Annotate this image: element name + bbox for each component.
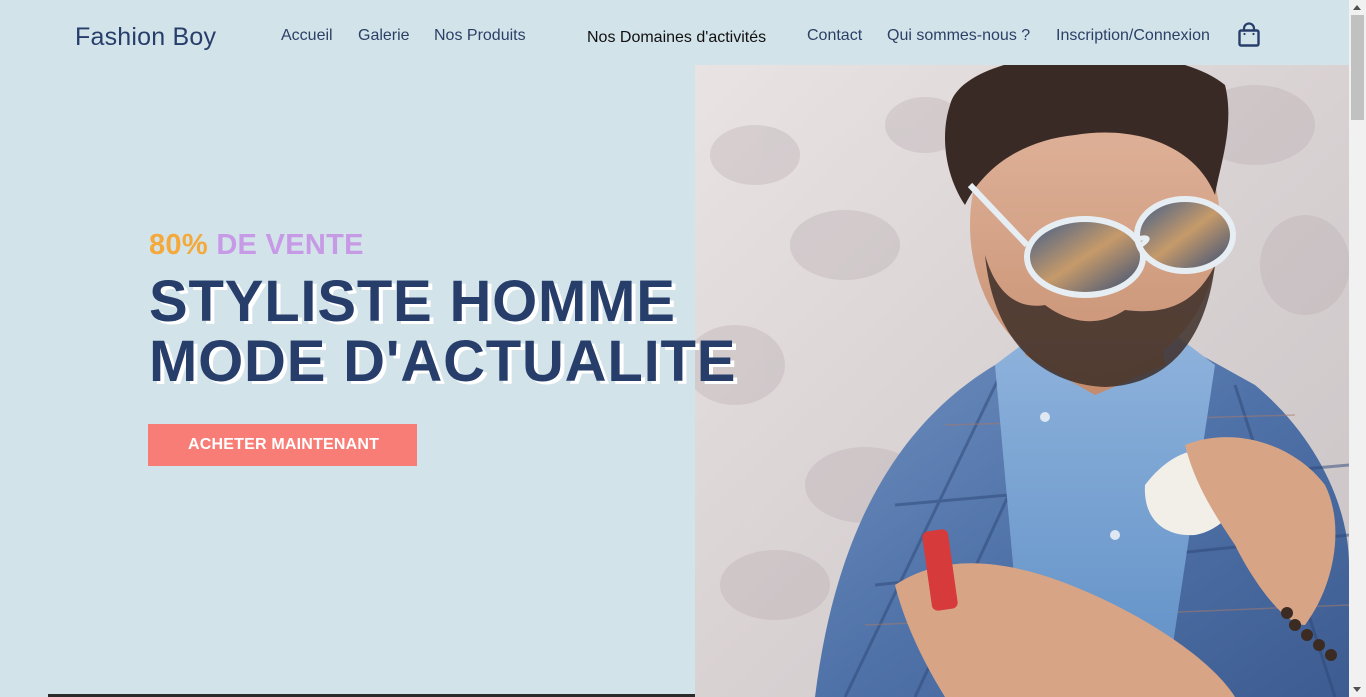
nav-link-galerie[interactable]: Galerie [358, 27, 410, 45]
scrollbar-thumb[interactable] [1351, 15, 1364, 120]
nav-link-domaines[interactable]: Nos Domaines d'activités [587, 29, 766, 47]
promo-text: DE VENTE [216, 229, 364, 261]
scroll-down-arrow-icon[interactable] [1353, 687, 1361, 692]
nav-link-produits[interactable]: Nos Produits [434, 27, 526, 45]
hero-title-line-2: MODE D'ACTUALITE [149, 329, 737, 394]
hero-model-image [695, 65, 1349, 697]
site-header: Fashion Boy Accueil Galerie Nos Produits… [0, 0, 1349, 65]
promo-percent: 80% [149, 229, 208, 261]
nav-link-contact[interactable]: Contact [807, 27, 862, 45]
buy-now-button[interactable]: ACHETER MAINTENANT [148, 424, 417, 466]
promo-headline: 80% DE VENTE [149, 229, 364, 262]
nav-link-inscription-connexion[interactable]: Inscription/Connexion [1056, 27, 1210, 45]
nav-link-qui-sommes-nous[interactable]: Qui sommes-nous ? [887, 27, 1030, 45]
brand-logo[interactable]: Fashion Boy [75, 23, 216, 52]
hero-title-line-1: STYLISTE HOMME [149, 269, 676, 334]
scroll-up-arrow-icon[interactable] [1353, 5, 1361, 10]
hero-title: STYLISTE HOMME MODE D'ACTUALITE [149, 272, 736, 392]
page-scrollbar[interactable] [1349, 0, 1366, 697]
shopping-bag-icon[interactable] [1236, 22, 1262, 48]
nav-link-accueil[interactable]: Accueil [281, 27, 333, 45]
